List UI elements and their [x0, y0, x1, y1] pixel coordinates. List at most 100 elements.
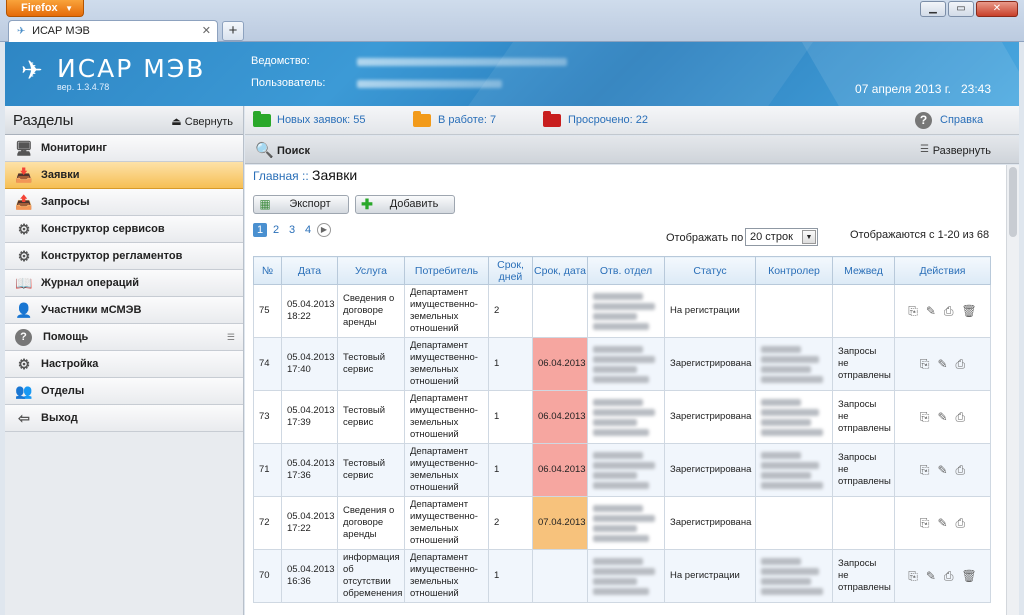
sidebar-item[interactable]: ⚙ Настройка: [5, 351, 243, 378]
print-icon[interactable]: ⎙: [956, 464, 966, 476]
sidebar-item[interactable]: 📖 Журнал операций: [5, 270, 243, 297]
collapse-button[interactable]: ⏏ Свернуть: [171, 115, 233, 128]
sidebar-item[interactable]: 📤 Запросы: [5, 189, 243, 216]
edit-icon[interactable]: ✎: [926, 570, 936, 582]
redacted-text: [593, 481, 649, 489]
edit-icon[interactable]: ✎: [937, 464, 947, 476]
redacted-text: [593, 398, 643, 406]
sidebar-item[interactable]: 📥 Заявки: [5, 162, 243, 189]
minimize-button[interactable]: ▁: [920, 1, 946, 17]
page-4-link[interactable]: 4: [301, 223, 315, 237]
scrollbar-thumb[interactable]: [1009, 167, 1017, 237]
expand-button[interactable]: Развернуть: [933, 145, 991, 157]
delete-icon[interactable]: 🗑: [962, 570, 977, 582]
sidebar-item[interactable]: 👥 Отделы: [5, 378, 243, 405]
help-link[interactable]: Справка: [940, 114, 983, 126]
table-row[interactable]: 70 05.04.2013 16:36 информация об отсутств…: [253, 549, 991, 603]
column-header[interactable]: Срок, дата: [532, 256, 588, 285]
sidebar-item[interactable]: 👤 Участники мСМЭВ: [5, 297, 243, 324]
redacted-text: [593, 557, 643, 565]
department-label: Ведомство:: [251, 55, 310, 67]
view-icon[interactable]: ⎘: [920, 517, 930, 529]
redacted-text: [761, 587, 823, 595]
column-header[interactable]: №: [253, 256, 282, 285]
table-row[interactable]: 74 05.04.2013 17:40 Тестовый сервис Департа…: [253, 337, 991, 391]
row-consumer: Департамент имущественно-земельных отнош…: [404, 496, 489, 550]
add-button[interactable]: ✚ Добавить: [355, 195, 455, 214]
column-header[interactable]: Срок, дней: [488, 256, 533, 285]
view-icon[interactable]: ⎘: [920, 358, 930, 370]
column-header[interactable]: Потребитель: [404, 256, 489, 285]
print-icon[interactable]: ⎙: [944, 305, 954, 317]
new-tab-button[interactable]: +: [222, 21, 244, 41]
firefox-menu-button[interactable]: Firefox ▼: [6, 0, 84, 17]
row-controller-redacted: [755, 390, 833, 444]
page-1-link[interactable]: 1: [253, 223, 267, 237]
column-header[interactable]: Дата: [281, 256, 338, 285]
edit-icon[interactable]: ✎: [937, 411, 947, 423]
table-row[interactable]: 72 05.04.2013 17:22 Сведения о договоре ар…: [253, 496, 991, 550]
edit-icon[interactable]: ✎: [926, 305, 936, 317]
column-header[interactable]: Услуга: [337, 256, 405, 285]
print-icon[interactable]: ⎙: [956, 411, 966, 423]
eject-icon: ⏏: [171, 116, 182, 128]
overdue-link[interactable]: Просрочено: 22: [568, 114, 648, 126]
column-header[interactable]: Отв. отдел: [587, 256, 665, 285]
column-header[interactable]: Действия: [894, 256, 991, 285]
row-interdept: Запросы не отправлены: [832, 549, 895, 603]
row-controller-redacted: [755, 496, 833, 550]
view-icon[interactable]: ⎘: [908, 305, 918, 317]
user-value-redacted: [357, 80, 502, 88]
help-icon[interactable]: ?: [915, 112, 932, 129]
row-number: 75: [253, 284, 282, 338]
excel-icon: ▦: [259, 197, 271, 211]
print-icon[interactable]: ⎙: [956, 358, 966, 370]
table-row[interactable]: 73 05.04.2013 17:39 Тестовый сервис Департа…: [253, 390, 991, 444]
row-department-redacted: [587, 496, 665, 550]
browser-tab[interactable]: ✈ ИСАР МЭВ ✕: [8, 20, 218, 42]
row-actions: ⎘ ✎ ⎙: [894, 337, 991, 391]
user-label: Пользователь:: [251, 77, 326, 89]
maximize-button[interactable]: ▭: [948, 1, 974, 17]
row-department-redacted: [587, 337, 665, 391]
close-tab-icon[interactable]: ✕: [202, 24, 211, 37]
status-bar: Новых заявок: 55 В работе: 7 Просрочено:…: [245, 106, 1019, 135]
next-page-icon[interactable]: ▶: [317, 223, 331, 237]
column-header[interactable]: Контролер: [755, 256, 833, 285]
page-3-link[interactable]: 3: [285, 223, 299, 237]
expand-icon[interactable]: ☰: [227, 332, 235, 343]
column-header[interactable]: Межвед: [832, 256, 895, 285]
table-row[interactable]: 71 05.04.2013 17:36 Тестовый сервис Департа…: [253, 443, 991, 497]
view-icon[interactable]: ⎘: [908, 570, 918, 582]
row-consumer: Департамент имущественно-земельных отнош…: [404, 284, 489, 338]
sidebar-item[interactable]: ⚙ Конструктор сервисов: [5, 216, 243, 243]
chevron-down-icon[interactable]: ▼: [802, 230, 816, 244]
sidebar-item[interactable]: ⚙ Конструктор регламентов: [5, 243, 243, 270]
sidebar-item[interactable]: ? Помощь ☰: [5, 324, 243, 351]
close-window-button[interactable]: ✕: [976, 1, 1018, 17]
row-due-date: 06.04.2013: [532, 390, 588, 444]
breadcrumb-home[interactable]: Главная ::: [253, 169, 309, 183]
in-work-link[interactable]: В работе: 7: [438, 114, 496, 126]
row-consumer: Департамент имущественно-земельных отнош…: [404, 549, 489, 603]
column-header[interactable]: Статус: [664, 256, 756, 285]
search-bar[interactable]: 🔍 Поиск ☰ Развернуть: [245, 136, 1019, 164]
edit-icon[interactable]: ✎: [937, 358, 947, 370]
print-icon[interactable]: ⎙: [956, 517, 966, 529]
export-button[interactable]: ▦ Экспорт: [253, 195, 349, 214]
delete-icon[interactable]: 🗑: [962, 305, 977, 317]
sidebar-item[interactable]: 🖥 Мониторинг: [5, 135, 243, 162]
redacted-text: [761, 428, 823, 436]
print-icon[interactable]: ⎙: [944, 570, 954, 582]
row-due-date: 06.04.2013: [532, 443, 588, 497]
table-row[interactable]: 75 05.04.2013 18:22 Сведения о договоре ар…: [253, 284, 991, 338]
page-2-link[interactable]: 2: [269, 223, 283, 237]
new-requests-link[interactable]: Новых заявок: 55: [277, 114, 365, 126]
sidebar-item[interactable]: ⇦ Выход: [5, 405, 243, 432]
view-icon[interactable]: ⎘: [920, 464, 930, 476]
per-page-select[interactable]: 20 строк ▼: [745, 228, 818, 246]
view-icon[interactable]: ⎘: [920, 411, 930, 423]
scrollbar[interactable]: [1006, 165, 1019, 615]
page-title: Заявки: [312, 167, 358, 183]
edit-icon[interactable]: ✎: [937, 517, 947, 529]
